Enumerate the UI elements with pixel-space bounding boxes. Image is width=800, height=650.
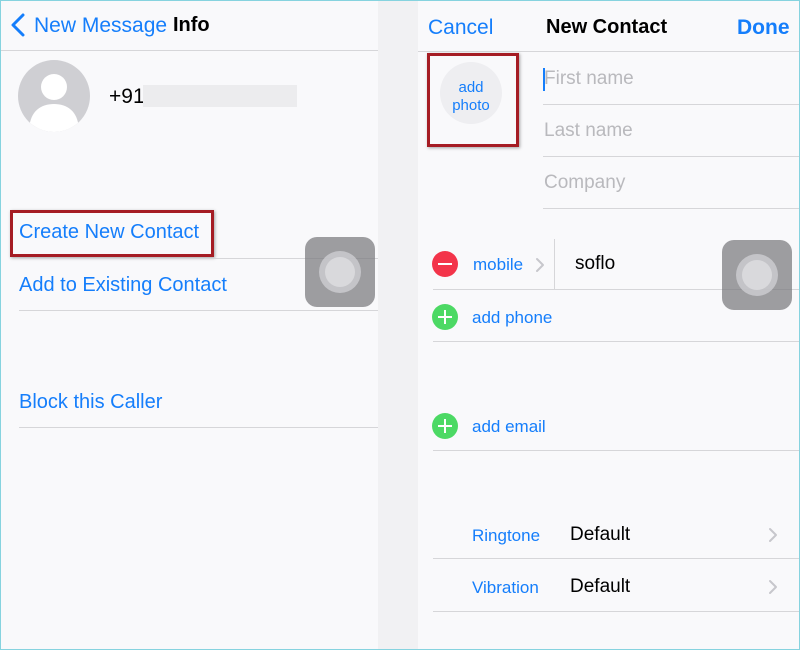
- block-caller-button[interactable]: Block this Caller: [19, 391, 162, 414]
- field-divider: [543, 156, 799, 157]
- highlight-box: [427, 53, 519, 147]
- minus-circle-icon[interactable]: [432, 251, 458, 277]
- nav-title: Info: [173, 14, 210, 36]
- info-screen: New Message Info +91 Create New Contact …: [1, 1, 378, 649]
- row-divider: [433, 611, 799, 612]
- chevron-left-icon[interactable]: [10, 13, 26, 37]
- redacted-number: [143, 85, 297, 107]
- cancel-button[interactable]: Cancel: [428, 16, 493, 40]
- add-phone-button[interactable]: add phone: [472, 308, 552, 328]
- row-divider: [433, 558, 799, 559]
- field-divider: [543, 104, 799, 105]
- field-divider: [543, 208, 799, 209]
- first-name-field[interactable]: First name: [544, 68, 634, 90]
- row-divider: [433, 341, 799, 342]
- row-separator: [554, 239, 555, 290]
- chevron-right-icon: [536, 258, 544, 272]
- last-name-field[interactable]: Last name: [544, 120, 633, 142]
- row-divider: [19, 427, 378, 428]
- plus-circle-icon[interactable]: [432, 304, 458, 330]
- vibration-value[interactable]: Default: [570, 576, 630, 598]
- back-button[interactable]: New Message: [34, 14, 167, 38]
- assistive-touch-icon[interactable]: [305, 237, 375, 307]
- plus-circle-icon[interactable]: [432, 413, 458, 439]
- nav-divider: [1, 50, 378, 51]
- phone-label-selector[interactable]: mobile: [473, 255, 523, 275]
- done-button[interactable]: Done: [737, 16, 790, 40]
- nav-divider: [418, 51, 799, 52]
- chevron-right-icon[interactable]: [768, 579, 778, 595]
- add-email-button[interactable]: add email: [472, 417, 546, 437]
- assistive-touch-icon[interactable]: [722, 240, 792, 310]
- row-divider: [433, 450, 799, 451]
- add-to-existing-contact-button[interactable]: Add to Existing Contact: [19, 274, 227, 297]
- row-divider: [19, 310, 378, 311]
- contact-silhouette-icon: [18, 60, 90, 132]
- phone-number: +91: [109, 85, 145, 108]
- ringtone-value[interactable]: Default: [570, 524, 630, 546]
- phone-input[interactable]: soflo: [575, 253, 615, 275]
- ringtone-label: Ringtone: [472, 526, 541, 545]
- nav-title: New Contact: [546, 16, 668, 38]
- chevron-right-icon[interactable]: [768, 527, 778, 543]
- highlight-box: [10, 210, 214, 257]
- vibration-label: Vibration: [472, 578, 539, 597]
- company-field[interactable]: Company: [544, 172, 625, 194]
- panel-separator: [378, 1, 418, 649]
- new-contact-screen: Cancel New Contact Done add photo First …: [418, 1, 799, 649]
